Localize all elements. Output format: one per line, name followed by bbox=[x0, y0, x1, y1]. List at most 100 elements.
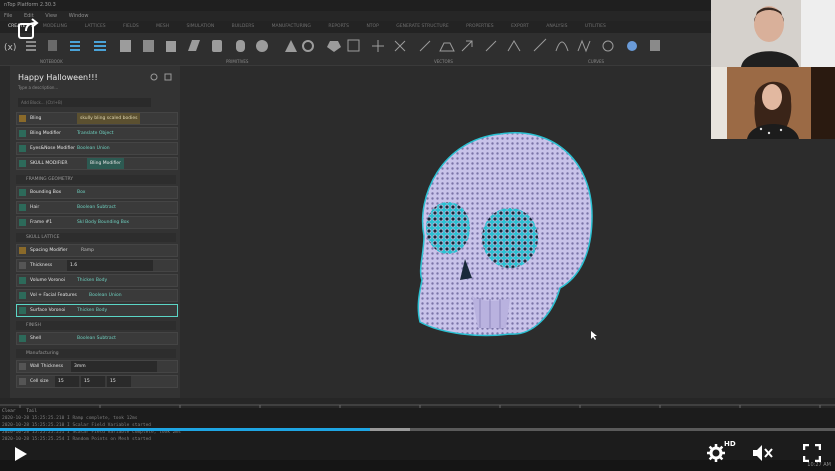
notebook-header-icons[interactable] bbox=[150, 73, 174, 81]
block-row[interactable]: Spacing Modifier Ramp bbox=[16, 244, 178, 257]
tab-generate-structure[interactable]: GENERATE STRUCTURE bbox=[396, 24, 448, 29]
block-row[interactable]: Eyes&Nose Modifier Boolean Union bbox=[16, 142, 178, 155]
group-primitives-label: PRIMITIVES bbox=[226, 59, 249, 64]
block-icon bbox=[19, 335, 26, 342]
block-value[interactable]: Ramp bbox=[81, 245, 94, 256]
mute-icon[interactable] bbox=[752, 444, 774, 462]
add-block-input[interactable]: Add Block... (Ctrl+B) bbox=[18, 98, 151, 107]
block-value[interactable]: Boolean Subtract bbox=[77, 202, 116, 213]
block-value[interactable]: Bling Modifier bbox=[87, 158, 124, 169]
block-row[interactable]: Bling Modifier Translate Object bbox=[16, 127, 178, 140]
section-header[interactable]: SKULL LATTICE bbox=[16, 233, 176, 242]
block-row[interactable]: Bounding Box Box bbox=[16, 186, 178, 199]
settings-gear-icon[interactable] bbox=[706, 442, 726, 462]
block-icon bbox=[19, 292, 26, 299]
block-icon bbox=[19, 378, 26, 385]
block-icon bbox=[19, 219, 26, 226]
tab-manufacturing[interactable]: MANUFACTURING bbox=[272, 24, 311, 29]
vector-icons bbox=[372, 40, 521, 52]
block-label: Bling Modifier bbox=[30, 131, 61, 136]
block-value[interactable]: 3mm bbox=[71, 361, 157, 372]
notebook-description[interactable]: Type a description... bbox=[18, 85, 58, 90]
block-value[interactable]: Thicken Body bbox=[77, 305, 107, 316]
block-row[interactable]: Wall Thickness 3mm bbox=[16, 360, 178, 373]
block-value-x[interactable]: 15 bbox=[55, 376, 79, 387]
section-header[interactable]: Manufacturing bbox=[16, 349, 176, 358]
primitive-icons bbox=[120, 39, 360, 52]
tab-export[interactable]: EXPORT bbox=[511, 24, 529, 29]
block-label: Spacing Modifier bbox=[30, 248, 68, 253]
block-value[interactable]: Skl Body Bounding Box bbox=[77, 217, 129, 228]
block-icon bbox=[19, 160, 26, 167]
block-label: SKULL MODIFIER bbox=[30, 161, 68, 166]
menu-file[interactable]: File bbox=[4, 13, 12, 19]
curve-icons bbox=[533, 38, 660, 53]
block-row[interactable]: Hair Boolean Subtract bbox=[16, 201, 178, 214]
block-value[interactable]: 1.6 bbox=[67, 260, 153, 271]
block-value[interactable]: skully bling scaled bodies bbox=[77, 113, 141, 124]
console-tail-button[interactable]: Tail bbox=[26, 409, 37, 414]
block-row[interactable]: Frame #1 Skl Body Bounding Box bbox=[16, 216, 178, 229]
block-label: Surface Voronoi bbox=[30, 308, 66, 313]
block-row[interactable]: Cell size 15 15 15 bbox=[16, 375, 178, 388]
tab-lattices[interactable]: LATTICES bbox=[85, 24, 106, 29]
notebook-title[interactable]: Happy Halloween!!! bbox=[18, 73, 98, 82]
tab-properties[interactable]: PROPERTIES bbox=[466, 24, 494, 29]
hd-badge: HD bbox=[724, 440, 736, 448]
tab-modeling[interactable]: MODELING bbox=[43, 24, 67, 29]
play-icon[interactable] bbox=[14, 446, 28, 462]
tab-simulation[interactable]: SIMULATION bbox=[187, 24, 215, 29]
block-value[interactable]: Translate Object bbox=[77, 128, 114, 139]
block-label: Bling bbox=[30, 116, 42, 121]
webcam-feed-guest bbox=[711, 67, 835, 139]
video-progress-fill bbox=[0, 428, 370, 431]
block-label: Volume Voronoi bbox=[30, 278, 66, 283]
tab-reports[interactable]: REPORTS bbox=[328, 24, 349, 29]
section-header[interactable]: FINISH bbox=[16, 321, 176, 330]
block-row[interactable]: Vol + Facial Features Boolean Union bbox=[16, 289, 178, 302]
ribbon-tabs: CREATE MODELING LATTICES FIELDS MESH SIM… bbox=[0, 21, 835, 33]
variable-icon: (x) bbox=[4, 43, 16, 53]
block-icon bbox=[19, 363, 26, 370]
block-value-y[interactable]: 15 bbox=[81, 376, 105, 387]
group-curves-label: CURVES bbox=[588, 59, 605, 64]
console-line: 2020-10-28 15:25:25.210 I Ramp complete,… bbox=[2, 416, 138, 421]
block-value[interactable]: Box bbox=[77, 187, 85, 198]
block-row[interactable]: Shell Boolean Subtract bbox=[16, 332, 178, 345]
block-value[interactable]: Boolean Union bbox=[77, 143, 110, 154]
block-label: Thickness bbox=[30, 263, 53, 268]
tab-utilities[interactable]: UTILITIES bbox=[585, 24, 606, 29]
menu-view[interactable]: View bbox=[45, 13, 57, 19]
block-row-selected[interactable]: Surface Voronoi Thicken Body bbox=[16, 304, 178, 317]
block-value-z[interactable]: 15 bbox=[107, 376, 131, 387]
block-label: Frame #1 bbox=[30, 220, 53, 225]
tab-builders[interactable]: BUILDERS bbox=[232, 24, 255, 29]
refresh-icon bbox=[150, 73, 158, 81]
tab-mesh[interactable]: MESH bbox=[156, 24, 169, 29]
tab-fields[interactable]: FIELDS bbox=[123, 24, 139, 29]
tab-ntop[interactable]: NTOP bbox=[366, 24, 378, 29]
block-row[interactable]: Bling skully bling scaled bodies bbox=[16, 112, 178, 125]
block-label: Wall Thickness bbox=[30, 364, 64, 369]
block-label: Eyes&Nose Modifier bbox=[30, 146, 75, 151]
fullscreen-icon[interactable] bbox=[803, 444, 821, 462]
block-label: Bounding Box bbox=[30, 190, 62, 195]
block-value[interactable]: Thicken Body bbox=[77, 275, 107, 286]
window-title: nTop Platform 2.30.3 bbox=[4, 2, 56, 8]
webcam-feed-presenter bbox=[711, 0, 835, 67]
block-row[interactable]: Thickness 1.6 bbox=[16, 259, 178, 272]
block-icon bbox=[19, 130, 26, 137]
block-row[interactable]: Volume Voronoi Thicken Body bbox=[16, 274, 178, 287]
timeline-ruler[interactable] bbox=[0, 398, 835, 409]
ribbon-toolbar: (x) NOTEBOOK PRIMITIVES VECTORS CURVES bbox=[0, 33, 835, 66]
section-header[interactable]: FRAMING GEOMETRY bbox=[16, 175, 176, 184]
share-icon[interactable] bbox=[16, 16, 42, 42]
save-icon bbox=[164, 73, 172, 81]
block-value[interactable]: Boolean Subtract bbox=[77, 333, 116, 344]
tab-analysis[interactable]: ANALYSIS bbox=[546, 24, 567, 29]
group-vectors-label: VECTORS bbox=[434, 59, 453, 64]
block-row[interactable]: SKULL MODIFIER Bling Modifier bbox=[16, 157, 178, 170]
menu-window[interactable]: Window bbox=[69, 13, 89, 19]
console-clear-button[interactable]: Clear bbox=[2, 409, 16, 414]
block-value[interactable]: Boolean Union bbox=[89, 290, 122, 301]
